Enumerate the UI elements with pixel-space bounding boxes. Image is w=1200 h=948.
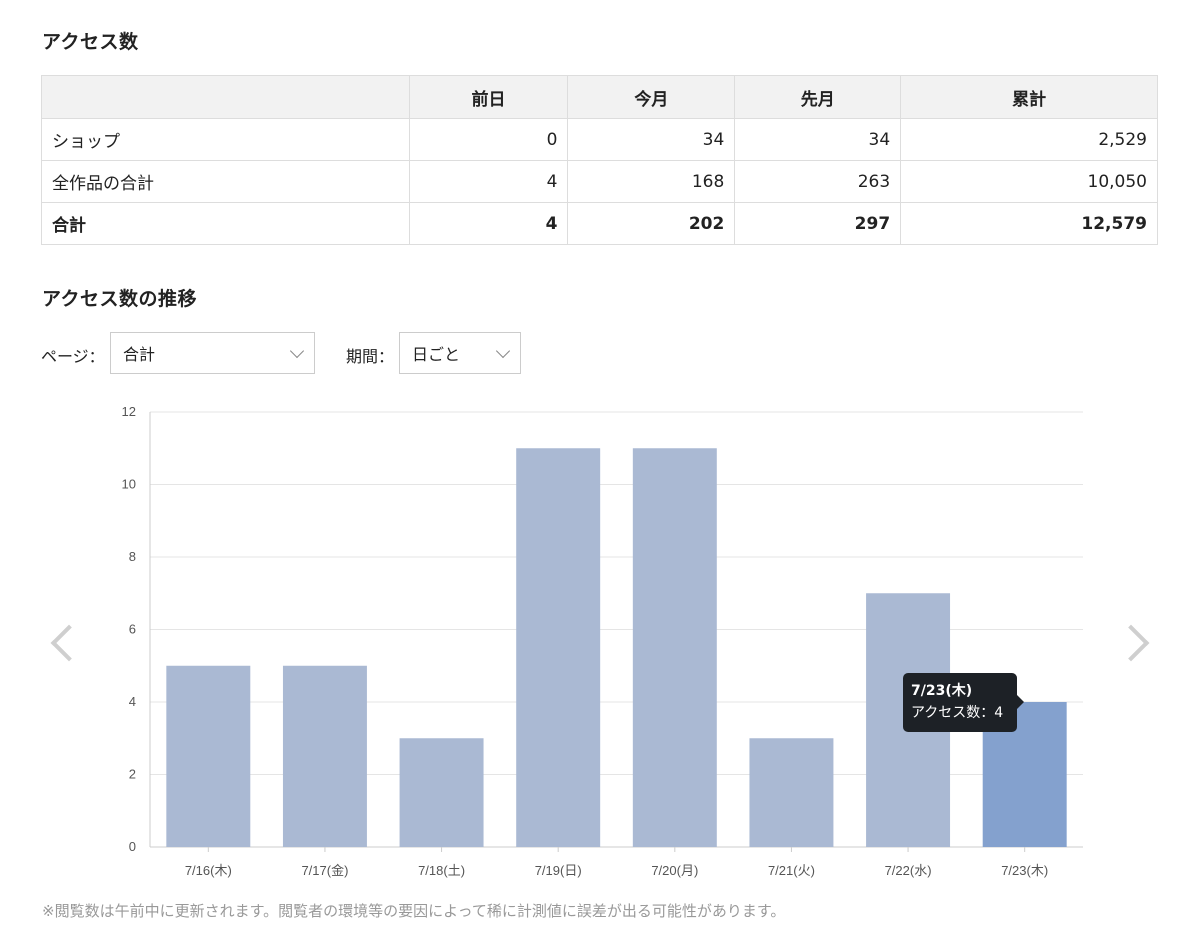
y-tick-label: 6 [129,622,136,637]
chart-bar [516,448,601,847]
page-filter-label: ページ： [41,347,105,366]
table-header-yesterday: 前日 [408,75,569,119]
chart-bar [166,665,251,847]
chevron-left-icon[interactable] [50,624,88,662]
table-row-total: 合計 4 202 297 12,579 [41,202,1158,245]
tooltip-value: アクセス数：4 [911,705,1004,722]
table-header-this-month: 今月 [567,75,736,119]
table-cell: 4 [408,160,569,203]
x-tick-label: 7/23(木) [1001,863,1048,878]
table-cell: 202 [567,202,736,245]
page-select-value: 合計 [123,345,156,364]
table-cell: 2,529 [900,118,1158,161]
x-tick-label: 7/17(金) [301,863,348,878]
period-select[interactable]: 日ごと [399,332,521,374]
y-tick-label: 10 [122,477,136,492]
chevron-down-icon [495,343,511,358]
chart-bar [282,665,367,847]
table-cell: 168 [567,160,736,203]
y-tick-label: 2 [129,767,136,782]
period-filter-label: 期間： [346,347,395,366]
chart-bar [399,738,484,847]
x-tick-label: 7/18(土) [418,863,465,878]
access-count-table: 前日 今月 先月 累計 ショップ 0 34 34 2,529 全作品の合計 4 … [41,75,1158,245]
chart-bar [749,738,834,847]
table-cell: 10,050 [900,160,1158,203]
row-label: 全作品の合計 [41,160,410,203]
table-row: 全作品の合計 4 168 263 10,050 [41,160,1158,203]
table-cell: 0 [408,118,569,161]
chevron-down-icon [289,343,305,358]
table-header-row: 前日 今月 先月 累計 [41,75,1158,119]
table-cell: 297 [734,202,902,245]
row-label: 合計 [41,202,410,245]
y-tick-label: 12 [122,404,136,419]
period-select-value: 日ごと [412,345,461,364]
table-header-cumulative: 累計 [900,75,1158,119]
y-tick-label: 0 [129,839,136,854]
table-row: ショップ 0 34 34 2,529 [41,118,1158,161]
x-tick-label: 7/21(火) [768,863,815,878]
access-trend-chart: 0 2 4 6 8 10 12 7/16(木) 7/17(金) 7/18(土) 7/19(日) 7/2… [122,404,1083,878]
tooltip-title: 7/23(木) [911,683,973,699]
x-tick-label: 7/19(日) [535,863,582,878]
chevron-right-icon[interactable] [1112,624,1150,662]
table-header-blank [41,75,410,119]
x-tick-label: 7/20(月) [651,863,698,878]
table-cell: 34 [567,118,736,161]
table-cell: 34 [734,118,902,161]
x-tick-label: 7/16(木) [185,863,232,878]
table-cell: 263 [734,160,902,203]
chart-bar [632,448,717,847]
table-header-last-month: 先月 [734,75,902,119]
y-tick-label: 4 [129,694,136,709]
chart-tooltip: 7/23(木) アクセス数：4 [903,673,1024,732]
table-cell: 12,579 [900,202,1158,245]
access-count-title: アクセス数 [42,31,139,53]
y-tick-label: 8 [129,549,136,564]
x-tick-label: 7/22(水) [885,863,932,878]
row-label: ショップ [41,118,410,161]
access-trend-title: アクセス数の推移 [42,288,198,310]
table-cell: 4 [408,202,569,245]
page-select[interactable]: 合計 [110,332,315,374]
footnote: ※閲覧数は午前中に更新されます。閲覧者の環境等の要因によって稀に計測値に誤差が出… [42,902,786,920]
